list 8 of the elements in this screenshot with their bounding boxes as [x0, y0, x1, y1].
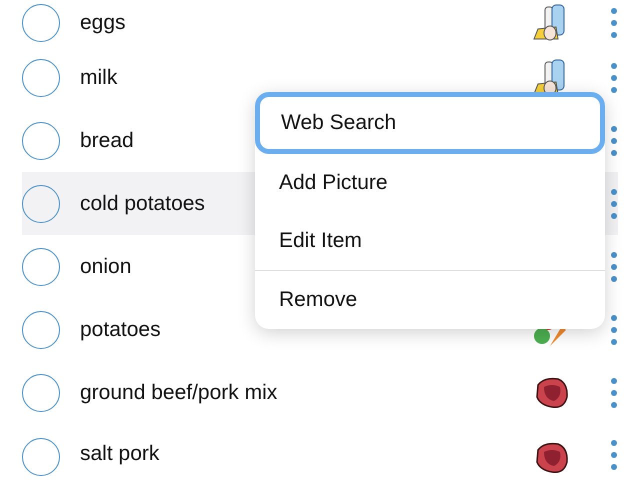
- item-label: bread: [80, 128, 135, 154]
- item-label: potatoes: [80, 316, 162, 343]
- item-label: salt pork: [80, 441, 160, 467]
- item-label: eggs: [80, 10, 127, 36]
- item-label: onion: [80, 254, 132, 280]
- item-label: milk: [80, 64, 118, 91]
- item-label: ground beef/pork mix: [80, 380, 278, 406]
- item-label: cold potatoes: [80, 190, 206, 217]
